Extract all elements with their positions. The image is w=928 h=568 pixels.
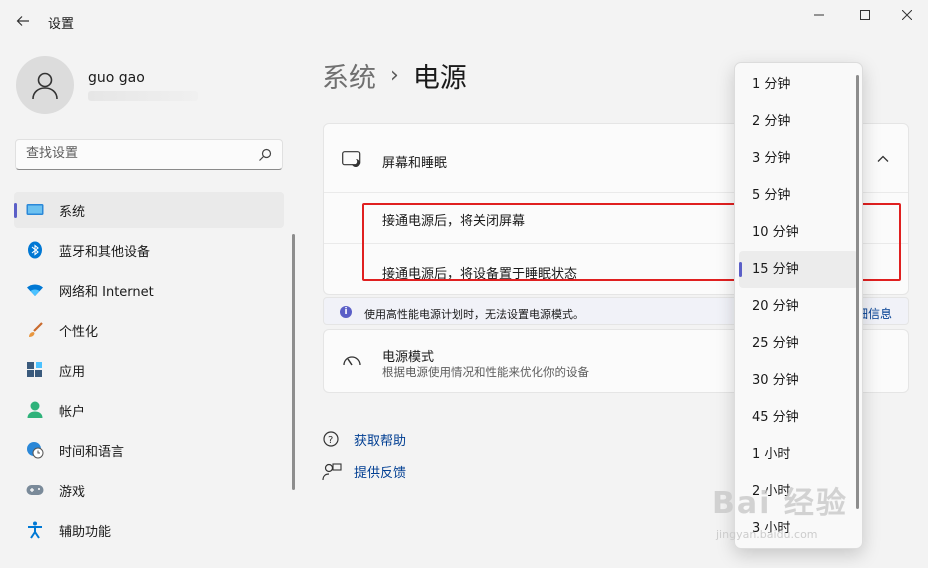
accessibility-icon bbox=[26, 521, 44, 539]
sidebar-item-label: 应用 bbox=[59, 364, 86, 380]
power-mode-title: 电源模式 bbox=[382, 350, 435, 365]
screen-sleep-title: 屏幕和睡眠 bbox=[382, 156, 448, 171]
sidebar-scrollbar[interactable] bbox=[292, 234, 295, 490]
user-email-blurred bbox=[88, 91, 198, 101]
dropdown-option[interactable]: 5 分钟 bbox=[735, 177, 862, 214]
sidebar-item-network[interactable]: 网络和 Internet bbox=[14, 272, 284, 308]
apps-icon bbox=[26, 361, 44, 379]
close-button[interactable] bbox=[884, 0, 928, 30]
get-help-label: 获取帮助 bbox=[354, 434, 407, 449]
maximize-button[interactable] bbox=[842, 0, 888, 30]
dropdown-option[interactable]: 30 分钟 bbox=[735, 362, 862, 399]
dropdown-options: 1 分钟 2 分钟 3 分钟 5 分钟 10 分钟 15 分钟 20 分钟 25… bbox=[735, 66, 862, 547]
dropdown-scrollbar[interactable] bbox=[856, 75, 859, 509]
gamepad-icon bbox=[26, 481, 44, 499]
sidebar-item-accessibility[interactable]: 辅助功能 bbox=[14, 512, 284, 548]
breadcrumb: 系统 › 电源 bbox=[322, 56, 467, 95]
dropdown-option[interactable]: 1 分钟 bbox=[735, 66, 862, 103]
get-help-link[interactable]: ? 获取帮助 bbox=[322, 430, 406, 449]
title-bar: 设置 bbox=[0, 0, 928, 44]
help-icon: ? bbox=[323, 430, 339, 447]
arrow-left-icon bbox=[16, 16, 29, 26]
chevron-up-icon[interactable] bbox=[876, 152, 890, 166]
breadcrumb-parent[interactable]: 系统 bbox=[322, 56, 376, 95]
breadcrumb-separator: › bbox=[390, 63, 399, 88]
page-title: 电源 bbox=[412, 63, 467, 94]
dropdown-option[interactable]: 3 分钟 bbox=[735, 140, 862, 177]
sidebar-item-label: 蓝牙和其他设备 bbox=[59, 244, 151, 260]
dropdown-option[interactable]: 45 分钟 bbox=[735, 399, 862, 436]
gauge-icon bbox=[342, 352, 362, 372]
sidebar-item-time-language[interactable]: 时间和语言 bbox=[14, 432, 284, 468]
user-name: guo gao bbox=[88, 70, 145, 86]
minimize-icon bbox=[814, 14, 824, 16]
dropdown-option[interactable]: 25 分钟 bbox=[735, 325, 862, 362]
dropdown-option[interactable]: 10 分钟 bbox=[735, 214, 862, 251]
sidebar-item-label: 辅助功能 bbox=[59, 524, 112, 540]
sidebar-item-gaming[interactable]: 游戏 bbox=[14, 472, 284, 508]
app-title: 设置 bbox=[48, 17, 75, 32]
info-icon: i bbox=[340, 306, 352, 318]
info-text: 使用高性能电源计划时，无法设置电源模式。 bbox=[364, 308, 584, 321]
feedback-link[interactable]: 提供反馈 bbox=[322, 462, 406, 481]
maximize-icon bbox=[860, 10, 870, 20]
sidebar-nav: 系统 蓝牙和其他设备 网络和 Internet 个性化 应用 帐户 时间和语言 … bbox=[14, 192, 284, 552]
power-mode-subtitle: 根据电源使用情况和性能来优化你的设备 bbox=[382, 365, 589, 379]
close-icon bbox=[902, 10, 912, 20]
search-icon[interactable] bbox=[258, 148, 272, 162]
feedback-icon bbox=[322, 462, 342, 480]
wifi-icon bbox=[26, 281, 44, 299]
minimize-button[interactable] bbox=[796, 0, 842, 30]
timeout-dropdown-list[interactable]: 1 分钟 2 分钟 3 分钟 5 分钟 10 分钟 15 分钟 20 分钟 25… bbox=[734, 62, 863, 549]
sidebar-item-label: 时间和语言 bbox=[59, 444, 125, 460]
dropdown-option[interactable]: 3 小时 bbox=[735, 510, 862, 547]
dropdown-option-selected[interactable]: 15 分钟 bbox=[739, 251, 858, 288]
svg-text:?: ? bbox=[328, 435, 333, 446]
person-icon bbox=[32, 72, 58, 100]
feedback-label: 提供反馈 bbox=[354, 466, 407, 481]
sidebar-item-label: 系统 bbox=[59, 204, 86, 220]
dropdown-option[interactable]: 2 小时 bbox=[735, 473, 862, 510]
sidebar-item-label: 帐户 bbox=[59, 404, 86, 420]
dropdown-option[interactable]: 2 分钟 bbox=[735, 103, 862, 140]
search-box[interactable] bbox=[15, 139, 283, 170]
bluetooth-icon bbox=[26, 241, 44, 259]
avatar[interactable] bbox=[16, 56, 74, 114]
dropdown-option[interactable]: 1 小时 bbox=[735, 436, 862, 473]
screen-sleep-icon bbox=[342, 151, 362, 172]
sidebar-item-label: 个性化 bbox=[59, 324, 99, 340]
sidebar-item-bluetooth[interactable]: 蓝牙和其他设备 bbox=[14, 232, 284, 268]
sidebar-item-system[interactable]: 系统 bbox=[14, 192, 284, 228]
sidebar-item-personalization[interactable]: 个性化 bbox=[14, 312, 284, 348]
sidebar-item-label: 游戏 bbox=[59, 484, 86, 500]
back-button[interactable] bbox=[10, 8, 36, 34]
sidebar-item-apps[interactable]: 应用 bbox=[14, 352, 284, 388]
display-icon bbox=[26, 201, 44, 219]
brush-icon bbox=[26, 321, 44, 339]
search-input[interactable] bbox=[26, 146, 246, 161]
sidebar-item-accounts[interactable]: 帐户 bbox=[14, 392, 284, 428]
sidebar-item-label: 网络和 Internet bbox=[59, 284, 154, 300]
account-icon bbox=[26, 401, 44, 419]
globe-clock-icon bbox=[26, 441, 44, 459]
dropdown-option[interactable]: 20 分钟 bbox=[735, 288, 862, 325]
